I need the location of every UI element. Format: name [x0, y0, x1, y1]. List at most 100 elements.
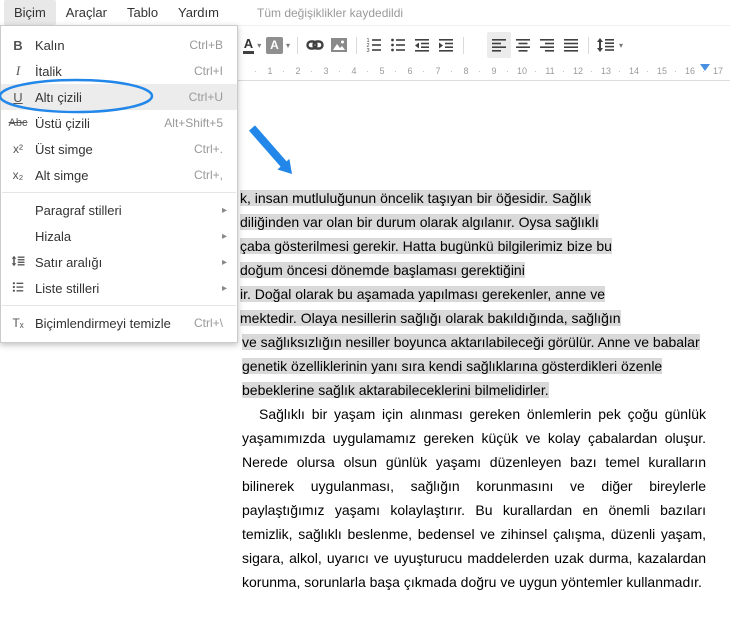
ruler-number: 15	[648, 66, 676, 76]
right-indent-marker[interactable]	[700, 64, 710, 71]
menu-item-label: Alt simge	[35, 168, 194, 183]
ruler: 1 2 3 4 5 6 7 8 9 10 11 12 13 14 15 16 1…	[238, 62, 730, 81]
bold-icon: B	[1, 38, 35, 53]
ruler-number: 13	[592, 66, 620, 76]
menu-item-underline[interactable]: U Altı çizili Ctrl+U	[1, 84, 237, 110]
save-status: Tüm değişiklikler kaydedildi	[257, 6, 403, 20]
menu-item-shortcut: Ctrl+\	[194, 316, 237, 330]
list-styles-icon	[1, 281, 35, 296]
menu-item-subscript[interactable]: x₂ Alt simge Ctrl+,	[1, 162, 237, 188]
align-right-icon	[538, 37, 556, 53]
ruler-number: 14	[620, 66, 648, 76]
text-color-button[interactable]: A ▾	[240, 32, 264, 58]
selected-text: bebeklerine sağlık aktarabileceklerini b…	[242, 382, 549, 398]
menu-item-bold[interactable]: B Kalın Ctrl+B	[1, 32, 237, 58]
superscript-icon: x²	[1, 142, 35, 156]
menu-item-strikethrough[interactable]: Abc Üstü çizili Alt+Shift+5	[1, 110, 237, 136]
selected-text: çaba gösterilmesi gerekir. Hatta bugünkü…	[240, 238, 612, 254]
align-center-button[interactable]	[511, 32, 535, 58]
menu-format[interactable]: Biçim	[4, 0, 56, 25]
menu-help[interactable]: Yardım	[168, 0, 229, 25]
bulleted-list-button[interactable]	[386, 32, 410, 58]
doc-line[interactable]: genetik özelliklerinin yanı sıra kendi s…	[242, 354, 662, 378]
doc-line[interactable]: doğum öncesi dönemde başlaması gerektiği…	[240, 258, 525, 282]
menu-item-shortcut: Ctrl+.	[194, 142, 237, 156]
italic-icon: I	[1, 63, 35, 79]
menu-item-label: Hizala	[35, 229, 222, 244]
menu-item-label: Biçimlendirmeyi temizle	[35, 316, 194, 331]
line-spacing-button[interactable]: ▾	[594, 32, 625, 58]
selected-text: doğum öncesi dönemde başlaması gerektiği…	[240, 262, 525, 278]
decrease-indent-button[interactable]	[410, 32, 434, 58]
insert-link-button[interactable]	[303, 32, 327, 58]
doc-line[interactable]: bebeklerine sağlık aktarabileceklerini b…	[242, 378, 549, 402]
text-color-icon: A	[243, 37, 254, 54]
doc-line[interactable]: k, insan mutluluğunun öncelik taşıyan bi…	[240, 186, 591, 210]
menu-item-label: Liste stilleri	[35, 281, 222, 296]
ruler-number: 10	[508, 66, 536, 76]
toolbar-separator	[463, 37, 464, 54]
submenu-arrow-icon: ▸	[222, 283, 237, 294]
numbered-list-icon: 123	[365, 37, 383, 53]
ruler-number: 1	[256, 66, 284, 76]
ruler-number: 5	[368, 66, 396, 76]
align-left-button[interactable]	[487, 32, 511, 58]
chevron-down-icon: ▾	[619, 41, 623, 50]
ruler-number: 7	[424, 66, 452, 76]
menu-item-label: Altı çizili	[35, 90, 189, 105]
menu-item-paragraph-styles[interactable]: Paragraf stilleri ▸	[1, 197, 237, 223]
menu-item-clear-formatting[interactable]: Tₓ Biçimlendirmeyi temizle Ctrl+\	[1, 310, 237, 336]
menu-item-label: Üst simge	[35, 142, 194, 157]
ruler-number: 3	[312, 66, 340, 76]
menu-item-list-styles[interactable]: Liste stilleri ▸	[1, 275, 237, 301]
submenu-arrow-icon: ▸	[222, 257, 237, 268]
align-justify-button[interactable]	[559, 32, 583, 58]
align-left-icon	[490, 37, 508, 53]
menu-item-shortcut: Ctrl+I	[194, 64, 237, 78]
link-icon	[306, 38, 324, 52]
menu-tools[interactable]: Araçlar	[56, 0, 117, 25]
ruler-number: 11	[536, 66, 564, 76]
doc-paragraph[interactable]: Sağlıklı bir yaşam için alınması gereken…	[242, 402, 706, 594]
menu-item-superscript[interactable]: x² Üst simge Ctrl+.	[1, 136, 237, 162]
strikethrough-icon: Abc	[1, 117, 35, 129]
toolbar-separator	[297, 37, 298, 54]
chevron-down-icon: ▾	[286, 41, 290, 50]
google-docs-window: k, insan mutluluğunun öncelik taşıyan bi…	[0, 0, 730, 627]
menu-item-italic[interactable]: I İtalik Ctrl+I	[1, 58, 237, 84]
ruler-number: 12	[564, 66, 592, 76]
menu-item-align[interactable]: Hizala ▸	[1, 223, 237, 249]
menubar: Biçim Araçlar Tablo Yardım Tüm değişikli…	[0, 0, 730, 26]
ruler-number: 9	[480, 66, 508, 76]
align-right-button[interactable]	[535, 32, 559, 58]
underline-icon: U	[1, 90, 35, 105]
numbered-list-button[interactable]: 123	[362, 32, 386, 58]
doc-line[interactable]: ve sağlıksızlığın nesiller boyunca aktar…	[242, 330, 700, 354]
doc-line[interactable]: ir. Doğal olarak bu aşamada yapılması ge…	[240, 282, 605, 306]
insert-image-button[interactable]	[327, 32, 351, 58]
submenu-arrow-icon: ▸	[222, 231, 237, 242]
toolbar-separator	[356, 37, 357, 54]
bulleted-list-icon	[389, 37, 407, 53]
selected-text: diliğinden var olan bir durum olarak alg…	[240, 214, 599, 230]
menu-item-line-spacing[interactable]: Satır aralığı ▸	[1, 249, 237, 275]
align-center-icon	[514, 37, 532, 53]
outdent-icon	[413, 37, 431, 53]
highlight-color-button[interactable]: A ▾	[264, 32, 292, 58]
format-menu: B Kalın Ctrl+B I İtalik Ctrl+I U Altı çi…	[0, 25, 238, 343]
doc-line[interactable]: diliğinden var olan bir durum olarak alg…	[240, 210, 599, 234]
menu-item-label: Paragraf stilleri	[35, 203, 222, 218]
ruler-number: 6	[396, 66, 424, 76]
selected-text: ve sağlıksızlığın nesiller boyunca aktar…	[242, 334, 700, 350]
menu-separator	[2, 305, 236, 306]
doc-line[interactable]: çaba gösterilmesi gerekir. Hatta bugünkü…	[240, 234, 612, 258]
doc-line[interactable]: mektedir. Olaya nesillerin sağlığı olara…	[240, 306, 621, 330]
menu-item-label: İtalik	[35, 64, 194, 79]
increase-indent-button[interactable]	[434, 32, 458, 58]
menu-table[interactable]: Tablo	[117, 0, 168, 25]
menu-separator	[2, 192, 236, 193]
align-justify-icon	[562, 37, 580, 53]
highlight-color-icon: A	[266, 37, 283, 54]
ruler-scale: 1 2 3 4 5 6 7 8 9 10 11 12 13 14 15 16 1…	[256, 66, 730, 76]
svg-text:3: 3	[367, 48, 370, 53]
